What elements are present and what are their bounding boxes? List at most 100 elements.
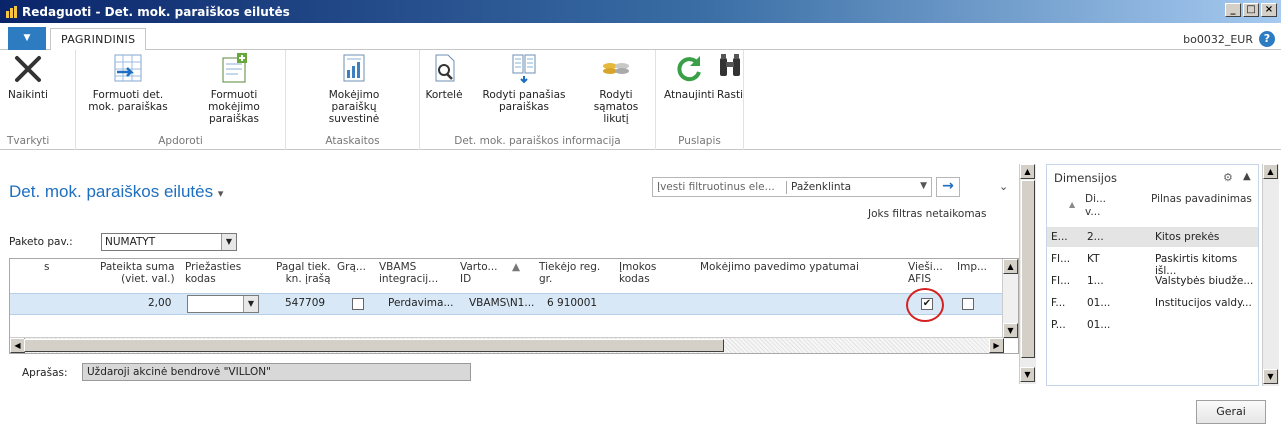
scroll-down-icon[interactable]: ▼ — [1020, 367, 1035, 382]
cell-pagal-tiek[interactable]: 547709 — [285, 297, 325, 309]
report-button[interactable]: Mokėjimo paraiškų suvestinė — [308, 52, 400, 125]
chevron-down-icon[interactable]: ▼ — [221, 234, 236, 250]
similar-button[interactable]: Rodyti panašias paraiškas — [480, 52, 568, 113]
aprasas-field: Uždaroji akcinė bendrovė "VILLON" — [82, 363, 471, 381]
scroll-right-icon[interactable]: ▶ — [989, 338, 1004, 353]
binoculars-icon — [716, 52, 744, 86]
list-item[interactable]: P... 01... — [1047, 315, 1258, 335]
column-header[interactable]: Priežasties kodas — [185, 261, 241, 285]
report-icon — [308, 52, 400, 86]
scroll-down-icon[interactable]: ▼ — [1263, 369, 1278, 384]
help-icon[interactable]: ? — [1259, 31, 1275, 47]
list-item[interactable]: FI... KT Paskirtis kitoms išl... — [1047, 249, 1258, 277]
paketo-select[interactable]: NUMATYT ▼ — [101, 233, 237, 251]
page-title[interactable]: Det. mok. paraiškos eilutės ▾ — [9, 182, 223, 202]
list-item[interactable]: FI... 1... Valstybės biudže... — [1047, 271, 1258, 291]
minimize-button[interactable]: _ — [1225, 3, 1241, 17]
ribbon-group-informacija: Kortelė Rodyti panašias paraiškas Rodyti… — [420, 50, 656, 150]
tab-home[interactable]: PAGRINDINIS — [50, 28, 147, 51]
column-header[interactable]: Grą... — [337, 261, 366, 273]
scroll-up-icon[interactable]: ▲ — [1003, 259, 1018, 274]
chevron-up-icon[interactable]: ▲ — [1243, 171, 1251, 182]
refresh-label: Atnaujinti — [664, 89, 715, 101]
window-title-bar: Redaguoti - Det. mok. paraiškos eilutės … — [0, 0, 1281, 23]
imp-checkbox[interactable] — [962, 298, 974, 310]
column-header[interactable]: Varto... ID — [460, 261, 498, 285]
scroll-down-icon[interactable]: ▼ — [1003, 323, 1018, 338]
delete-button[interactable]: Naikinti — [6, 52, 50, 101]
column-header[interactable]: Pagal tiek. kn. įrašą — [276, 261, 331, 285]
find-label: Rasti — [716, 89, 743, 101]
form-payment-button[interactable]: Formuoti mokėjimo paraiškas — [184, 52, 284, 125]
card-label: Kortelė — [425, 89, 463, 101]
column-header[interactable]: s — [44, 261, 49, 273]
app-menu-button[interactable]: ▼ — [8, 27, 46, 50]
card-button[interactable]: Kortelė — [424, 52, 464, 101]
column-header[interactable]: VBAMS integracij... — [379, 261, 438, 285]
scroll-thumb[interactable] — [1021, 180, 1035, 358]
chevron-down-icon[interactable]: ▼ — [243, 296, 258, 312]
scroll-up-icon[interactable]: ▲ — [1263, 164, 1278, 179]
refresh-button[interactable]: Atnaujinti — [664, 52, 714, 101]
collapse-chevron-icon[interactable]: ⌄ — [999, 180, 1008, 193]
column-header[interactable]: Mokėjimo pavedimo ypatumai — [700, 261, 859, 273]
column-header[interactable]: Pateikta suma (viet. val.) — [100, 261, 175, 285]
budget-icon — [580, 52, 652, 86]
cell-vbams[interactable]: Perdavima... — [388, 297, 453, 309]
group-label-puslapis: Puslapis — [678, 135, 721, 147]
sort-asc-icon: ▲ — [512, 261, 521, 273]
column-header[interactable]: Tiekėjo reg. gr. — [539, 261, 600, 285]
paketo-label: Paketo pav.: — [9, 236, 73, 248]
apply-filter-button[interactable]: → — [936, 177, 960, 197]
chevron-down-icon[interactable]: ▾ — [218, 188, 224, 200]
budget-button[interactable]: Rodyti sąmatos likutį — [580, 52, 652, 125]
list-item[interactable]: F... 01... Institucijos valdy... — [1047, 293, 1258, 313]
close-button[interactable]: × — [1261, 3, 1277, 17]
similar-label: Rodyti panašias paraiškas — [482, 89, 566, 113]
grid-vertical-scrollbar[interactable]: ▲ ▼ — [1002, 259, 1018, 339]
ribbon-group-ataskaitos: Mokėjimo paraiškų suvestinė Ataskaitos — [286, 50, 420, 150]
column-header[interactable]: Pilnas pavadinimas — [1151, 193, 1252, 206]
budget-label: Rodyti sąmatos likutį — [593, 89, 639, 125]
highlight-circle — [906, 288, 944, 322]
gear-icon[interactable]: ⚙ — [1223, 171, 1233, 184]
scroll-thumb[interactable] — [24, 339, 724, 352]
similar-icon — [480, 52, 568, 86]
aprasas-label: Aprašas: — [22, 367, 68, 379]
grid-horizontal-scrollbar[interactable]: ◀ ▶ — [10, 337, 1004, 353]
column-header[interactable]: Di... v... — [1085, 193, 1106, 219]
column-header[interactable]: Įmokos kodas — [619, 261, 656, 285]
ribbon-group-tvarkyti: Naikinti Tvarkyti — [0, 50, 76, 150]
column-header[interactable]: Vieši... AFIS — [908, 261, 943, 285]
find-button[interactable]: Rasti — [716, 52, 744, 101]
lines-grid[interactable]: s Pateikta suma (viet. val.) Priežasties k… — [9, 258, 1019, 354]
dimensions-factbox: Dimensijos ⚙ ▲ ▲ Di... v... Pilnas pavadi… — [1046, 164, 1259, 386]
cell-tiekejo-reg[interactable]: 6 910001 — [547, 297, 597, 309]
scroll-up-icon[interactable]: ▲ — [1020, 164, 1035, 179]
form-payment-icon — [184, 52, 284, 86]
report-label: Mokėjimo paraiškų suvestinė — [328, 89, 380, 125]
ok-button[interactable]: Gerai — [1196, 400, 1266, 424]
list-item[interactable]: E... 2... Kitos prekės — [1047, 227, 1258, 247]
page-vertical-scrollbar[interactable]: ▲ ▼ — [1019, 164, 1036, 384]
gra-checkbox[interactable] — [352, 298, 364, 310]
ribbon-group-puslapis: Atnaujinti Rasti Puslapis — [656, 50, 744, 150]
cell-varto-id[interactable]: VBAMS\N1... — [469, 297, 534, 309]
filter-input[interactable]: Įvesti filtruotinus ele... Paženklinta ▼ — [652, 177, 932, 197]
group-label-informacija: Det. mok. paraiškos informacija — [454, 135, 621, 147]
filter-field[interactable]: Paženklinta — [791, 181, 851, 193]
scroll-left-icon[interactable]: ◀ — [10, 338, 25, 353]
group-label-ataskaitos: Ataskaitos — [325, 135, 380, 147]
form-lines-button[interactable]: Formuoti det. mok. paraiškas — [80, 52, 176, 113]
ribbon: Naikinti Tvarkyti Formuoti det. mok. par… — [0, 50, 1281, 150]
chevron-down-icon[interactable]: ▼ — [920, 181, 927, 191]
no-filter-text: Joks filtras netaikomas — [868, 208, 987, 220]
maximize-button[interactable]: □ — [1243, 3, 1259, 17]
app-icon — [5, 5, 19, 19]
column-header[interactable]: Imp... — [957, 261, 987, 273]
refresh-icon — [664, 52, 714, 86]
ribbon-group-apdoroti: Formuoti det. mok. paraiškas Formuoti mo… — [76, 50, 286, 150]
factbox-scrollbar[interactable]: ▲ ▼ — [1262, 164, 1279, 386]
priezasties-kodas-select[interactable]: ▼ — [187, 295, 259, 313]
cell-suma[interactable]: 2,00 — [148, 297, 171, 309]
